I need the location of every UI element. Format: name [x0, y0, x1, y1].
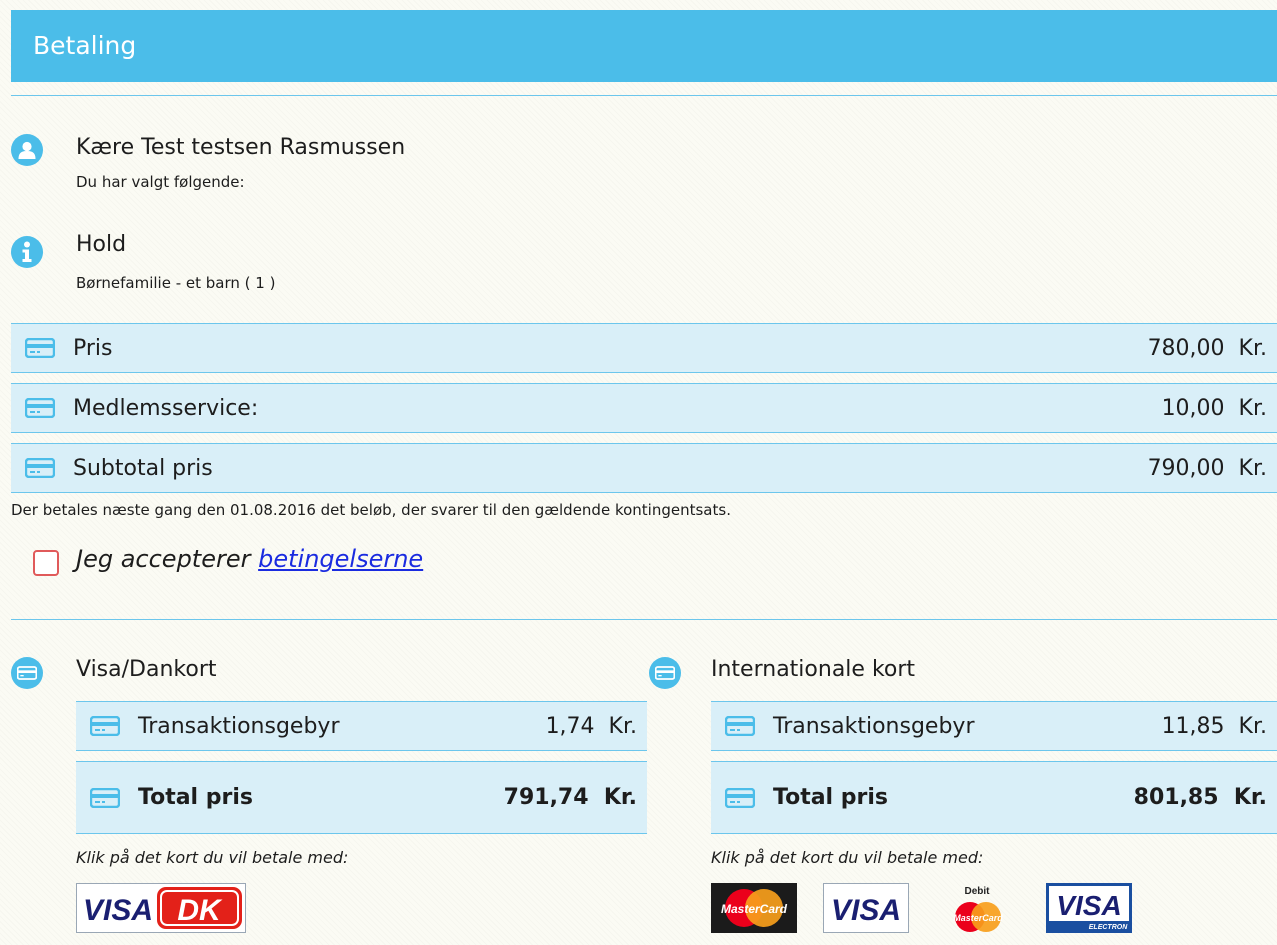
debit-mastercard-logo[interactable]: Debit MasterCard — [934, 881, 1020, 939]
visa-electron-logo[interactable]: VISA ELECTRON — [1046, 883, 1132, 933]
price-amount: 780,00 Kr. — [1147, 335, 1267, 361]
total-row: Total pris 791,74 Kr. — [76, 761, 647, 834]
svg-text:VISA: VISA — [1056, 890, 1121, 921]
user-icon — [11, 134, 43, 166]
service-amount: 10,00 Kr. — [1161, 395, 1267, 421]
credit-card-icon — [90, 788, 120, 808]
greeting-subtitle: Du har valgt følgende: — [76, 173, 245, 191]
subtotal-label: Subtotal pris — [73, 455, 213, 481]
divider — [11, 619, 1277, 620]
total-label: Total pris — [138, 785, 253, 810]
divider — [11, 95, 1277, 96]
credit-card-icon — [725, 716, 755, 736]
total-label: Total pris — [773, 785, 888, 810]
credit-card-icon — [649, 657, 681, 689]
svg-text:VISA: VISA — [83, 894, 153, 927]
subtotal-amount: 790,00 Kr. — [1147, 455, 1267, 481]
accept-terms-label: Jeg accepterer betingelserne — [76, 545, 424, 573]
mastercard-logo[interactable]: MasterCard — [711, 883, 797, 933]
total-row: Total pris 801,85 Kr. — [711, 761, 1277, 834]
greeting-title: Kære Test testsen Rasmussen — [76, 135, 406, 160]
hold-title: Hold — [76, 232, 127, 257]
visa-logo[interactable]: VISA — [823, 883, 909, 933]
payment-option-title: Internationale kort — [711, 657, 916, 682]
credit-card-icon — [11, 657, 43, 689]
svg-text:Debit: Debit — [965, 886, 991, 897]
page-header: Betaling — [11, 10, 1277, 82]
total-amount: 801,85 Kr. — [1133, 785, 1267, 810]
service-row: Medlemsservice: 10,00 Kr. — [11, 383, 1277, 433]
visa-dankort-logo[interactable]: VISA DK — [76, 883, 246, 933]
fee-row: Transaktionsgebyr 1,74 Kr. — [76, 701, 647, 751]
price-row: Pris 780,00 Kr. — [11, 323, 1277, 373]
card-hint: Klik på det kort du vil betale med: — [711, 848, 984, 867]
credit-card-icon — [25, 398, 55, 418]
fee-amount: 11,85 Kr. — [1161, 713, 1267, 739]
card-hint: Klik på det kort du vil betale med: — [76, 848, 349, 867]
accept-terms-checkbox[interactable] — [33, 550, 59, 576]
subtotal-row: Subtotal pris 790,00 Kr. — [11, 443, 1277, 493]
price-label: Pris — [73, 335, 113, 361]
svg-text:MasterCard: MasterCard — [721, 902, 788, 916]
credit-card-icon — [25, 338, 55, 358]
svg-text:MasterCard: MasterCard — [953, 913, 1003, 923]
svg-text:VISA: VISA — [831, 894, 901, 927]
total-amount: 791,74 Kr. — [503, 785, 637, 810]
credit-card-icon — [25, 458, 55, 478]
next-payment-notice: Der betales næste gang den 01.08.2016 de… — [11, 501, 731, 519]
svg-text:ELECTRON: ELECTRON — [1089, 924, 1128, 931]
service-label: Medlemsservice: — [73, 395, 259, 421]
terms-link[interactable]: betingelserne — [258, 545, 423, 573]
fee-row: Transaktionsgebyr 11,85 Kr. — [711, 701, 1277, 751]
info-icon — [11, 236, 43, 268]
hold-subtitle: Børnefamilie - et barn ( 1 ) — [76, 274, 276, 292]
payment-option-title: Visa/Dankort — [76, 657, 217, 682]
credit-card-icon — [725, 788, 755, 808]
page-title: Betaling — [33, 31, 137, 60]
fee-label: Transaktionsgebyr — [138, 713, 340, 739]
svg-text:DK: DK — [177, 894, 223, 927]
fee-label: Transaktionsgebyr — [773, 713, 975, 739]
credit-card-icon — [90, 716, 120, 736]
fee-amount: 1,74 Kr. — [545, 713, 637, 739]
